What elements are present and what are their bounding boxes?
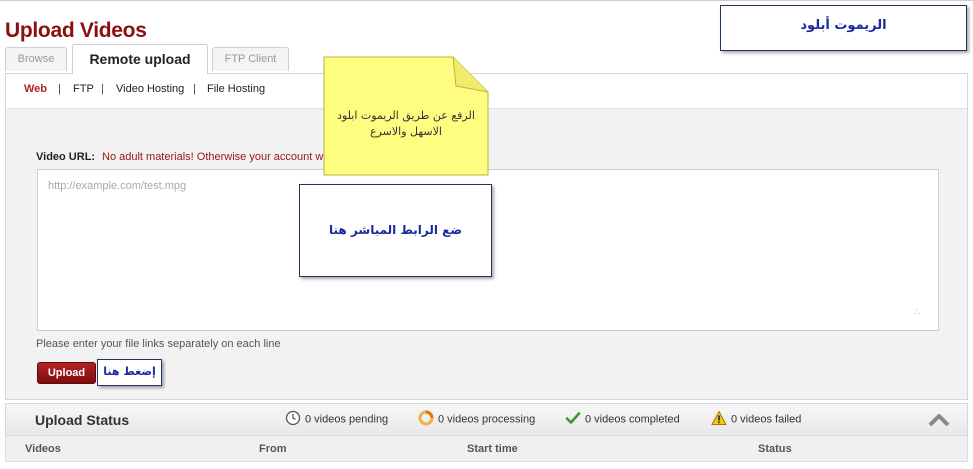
subnav-ftp[interactable]: FTP xyxy=(73,83,94,95)
failed-text: 0 videos failed xyxy=(731,413,802,426)
upload-status-bar: Upload Status 0 videos pending 0 videos … xyxy=(5,403,968,436)
top-divider xyxy=(0,0,973,4)
column-videos: Videos xyxy=(25,443,61,455)
clock-icon xyxy=(285,410,301,426)
subnav-separator: | xyxy=(58,83,61,95)
upload-status-title: Upload Status xyxy=(35,412,130,428)
resize-grip-icon[interactable]: ∴ xyxy=(914,306,926,318)
completed-text: 0 videos completed xyxy=(585,413,680,426)
subnav-web[interactable]: Web xyxy=(24,83,47,95)
pending-count: 0 videos pending xyxy=(285,410,389,426)
pending-text: 0 videos pending xyxy=(305,413,389,426)
spinner-icon xyxy=(418,410,434,426)
adult-content-warning: No adult materials! Otherwise your accou… xyxy=(102,151,324,163)
remote-upload-annotation: الريموت أبلود xyxy=(720,5,967,51)
sticky-note: الرفع عن طريق الريموت ابلود الاسهل والاس… xyxy=(323,56,489,176)
processing-text: 0 videos processing xyxy=(438,413,536,426)
upload-table-header: Videos From Start time Status xyxy=(5,436,968,462)
failed-count: 0 videos failed xyxy=(711,410,802,426)
completed-count: 0 videos completed xyxy=(565,412,680,426)
click-here-annotation: إضغط هنا xyxy=(97,359,162,386)
page-title: Upload Videos xyxy=(5,19,147,42)
warning-icon xyxy=(711,410,727,425)
subnav-separator: | xyxy=(101,83,104,95)
tab-remote-upload[interactable]: Remote upload xyxy=(72,44,208,74)
subnav-file-hosting[interactable]: File Hosting xyxy=(207,83,265,95)
column-from: From xyxy=(259,443,287,455)
sticky-note-text: الرفع عن طريق الريموت ابلود الاسهل والاس… xyxy=(337,109,475,138)
checkmark-icon xyxy=(565,412,581,424)
subnav-video-hosting[interactable]: Video Hosting xyxy=(116,83,184,95)
column-start-time: Start time xyxy=(467,443,518,455)
subnav-separator: | xyxy=(193,83,196,95)
chevron-up-icon[interactable] xyxy=(928,412,950,428)
tab-browse[interactable]: Browse xyxy=(5,47,67,71)
video-url-label: Video URL: xyxy=(36,151,96,163)
direct-link-annotation: ضع الرابط المباشر هنا xyxy=(299,184,492,277)
url-input-hint: Please enter your file links separately … xyxy=(36,338,281,350)
upload-button[interactable]: Upload xyxy=(37,362,96,384)
tab-ftp-client[interactable]: FTP Client xyxy=(212,47,289,71)
column-status: Status xyxy=(758,443,792,455)
processing-count: 0 videos processing xyxy=(418,410,536,426)
